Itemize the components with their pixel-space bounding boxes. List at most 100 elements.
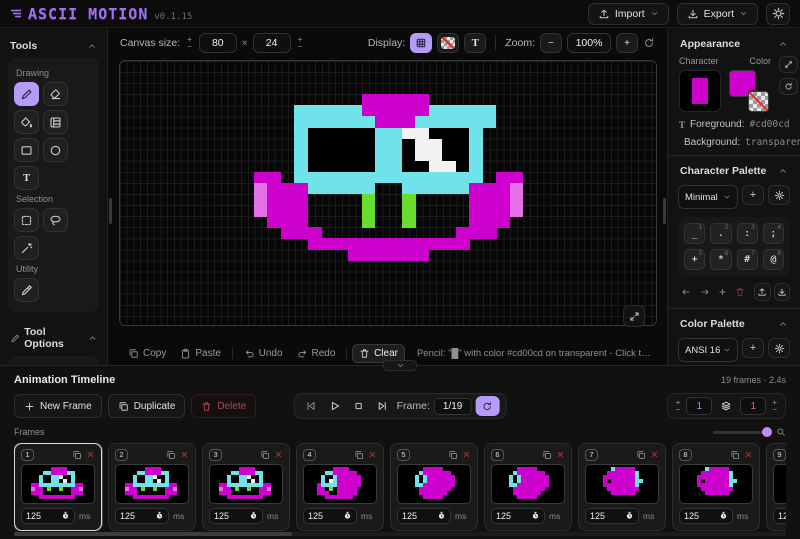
frame-duplicate-icon[interactable] bbox=[260, 450, 270, 460]
frame-duration-input[interactable]: 125 bbox=[209, 508, 263, 524]
swap-colors-button[interactable] bbox=[779, 56, 798, 73]
frame-thumbnail[interactable] bbox=[21, 464, 95, 504]
frame-card[interactable]: 7 125 ms bbox=[578, 443, 666, 531]
frame-card[interactable]: 2 125 ms bbox=[108, 443, 196, 531]
new-frame-button[interactable]: New Frame bbox=[14, 394, 102, 418]
lasso-tool-button[interactable] bbox=[43, 208, 68, 232]
frame-duplicate-icon[interactable] bbox=[730, 450, 740, 460]
play-button[interactable] bbox=[325, 397, 345, 415]
gradient-tool-button[interactable] bbox=[43, 110, 68, 134]
frame-thumbnail[interactable] bbox=[773, 464, 786, 504]
appearance-section-header[interactable]: Appearance bbox=[678, 36, 790, 56]
onion-prev-input[interactable]: 1 bbox=[686, 397, 712, 415]
frame-duplicate-icon[interactable] bbox=[542, 450, 552, 460]
character-palette-select[interactable]: Minimal ASC bbox=[678, 185, 738, 209]
paste-button[interactable]: Paste bbox=[174, 346, 227, 361]
import-button[interactable]: Import bbox=[588, 3, 669, 25]
frame-thumbnail[interactable] bbox=[303, 464, 377, 504]
frame-delete-icon[interactable] bbox=[180, 450, 189, 459]
remove-character-button[interactable] bbox=[732, 286, 748, 298]
copy-button[interactable]: Copy bbox=[122, 346, 172, 361]
rectangle-tool-button[interactable] bbox=[14, 138, 39, 162]
export-button[interactable]: Export bbox=[677, 3, 758, 25]
reset-colors-button[interactable] bbox=[779, 78, 798, 95]
palette-prev-button[interactable] bbox=[678, 286, 694, 298]
add-character-palette-button[interactable]: + bbox=[742, 185, 764, 205]
skip-to-start-button[interactable] bbox=[301, 397, 321, 415]
frame-card[interactable]: 4 125 ms bbox=[296, 443, 384, 531]
char-button-7[interactable]: #7 bbox=[737, 249, 758, 270]
character-palette-section-header[interactable]: Character Palette bbox=[678, 163, 790, 183]
frame-card[interactable]: 1 125 ms bbox=[14, 443, 102, 531]
onion-skin-toggle-button[interactable] bbox=[716, 397, 736, 415]
background-color-swatch[interactable] bbox=[748, 91, 769, 112]
char-button-6[interactable]: *6 bbox=[710, 249, 731, 270]
frame-card[interactable]: 6 125 ms bbox=[484, 443, 572, 531]
eraser-tool-button[interactable] bbox=[43, 82, 68, 106]
char-button-4[interactable]: ;4 bbox=[763, 223, 784, 244]
frame-duration-input[interactable]: 125 bbox=[773, 508, 786, 524]
tools-section-header[interactable]: Tools bbox=[8, 38, 99, 58]
text-display-toggle-button[interactable]: T bbox=[464, 33, 486, 53]
import-palette-button[interactable] bbox=[754, 283, 770, 301]
frame-duration-input[interactable]: 125 bbox=[21, 508, 75, 524]
fill-tool-button[interactable] bbox=[14, 110, 39, 134]
frame-thumbnail[interactable] bbox=[397, 464, 471, 504]
zoom-in-button[interactable]: + bbox=[616, 33, 638, 53]
add-character-button[interactable]: + bbox=[716, 285, 729, 299]
frame-duration-input[interactable]: 125 bbox=[303, 508, 357, 524]
redo-button[interactable]: Redo bbox=[291, 346, 342, 361]
frame-delete-icon[interactable] bbox=[462, 450, 471, 459]
theme-toggle-button[interactable] bbox=[766, 3, 790, 25]
frame-duration-input[interactable]: 125 bbox=[115, 508, 169, 524]
pencil-tool-button[interactable] bbox=[14, 82, 39, 106]
zoom-reset-icon[interactable] bbox=[643, 37, 655, 49]
frame-delete-icon[interactable] bbox=[556, 450, 565, 459]
frame-card[interactable]: 5 125 ms bbox=[390, 443, 478, 531]
frame-duration-input[interactable]: 125 bbox=[491, 508, 545, 524]
loop-toggle-button[interactable] bbox=[475, 396, 499, 416]
tool-options-section-header[interactable]: Tool Options bbox=[8, 324, 99, 356]
transparency-toggle-button[interactable] bbox=[437, 33, 459, 53]
frame-duration-input[interactable]: 125 bbox=[679, 508, 733, 524]
scrollbar-thumb[interactable] bbox=[14, 532, 292, 536]
char-button-1[interactable]: _1 bbox=[684, 223, 705, 244]
canvas-width-stepper[interactable]: +− bbox=[185, 37, 194, 50]
ascii-canvas[interactable] bbox=[119, 60, 657, 326]
onion-prev-stepper[interactable]: +− bbox=[674, 400, 683, 413]
thumbnail-zoom-slider[interactable] bbox=[713, 431, 771, 434]
frame-thumbnail[interactable] bbox=[115, 464, 189, 504]
undo-button[interactable]: Undo bbox=[238, 346, 289, 361]
frame-thumbnail[interactable] bbox=[491, 464, 565, 504]
frame-thumbnail[interactable] bbox=[679, 464, 753, 504]
select-rectangle-tool-button[interactable] bbox=[14, 208, 39, 232]
text-tool-button[interactable]: T bbox=[14, 166, 39, 190]
character-palette-settings-button[interactable] bbox=[768, 185, 790, 205]
onion-next-input[interactable]: 1 bbox=[740, 397, 766, 415]
frame-card[interactable]: 3 125 ms bbox=[202, 443, 290, 531]
canvas-height-stepper[interactable]: +− bbox=[296, 37, 305, 50]
color-palette-settings-button[interactable] bbox=[768, 338, 790, 358]
char-button-5[interactable]: +5 bbox=[684, 249, 705, 270]
frame-delete-icon[interactable] bbox=[368, 450, 377, 459]
frame-duration-input[interactable]: 125 bbox=[397, 508, 451, 524]
grid-toggle-button[interactable] bbox=[410, 33, 432, 53]
char-button-2[interactable]: .2 bbox=[710, 223, 731, 244]
magic-wand-tool-button[interactable] bbox=[14, 236, 39, 260]
frame-delete-icon[interactable] bbox=[650, 450, 659, 459]
frame-duplicate-icon[interactable] bbox=[72, 450, 82, 460]
frame-card[interactable]: 8 125 ms bbox=[672, 443, 760, 531]
slider-knob[interactable] bbox=[762, 427, 772, 437]
add-color-palette-button[interactable]: + bbox=[742, 338, 764, 358]
frame-duration-input[interactable]: 125 bbox=[585, 508, 639, 524]
frame-thumbnail[interactable] bbox=[585, 464, 659, 504]
frame-delete-icon[interactable] bbox=[744, 450, 753, 459]
char-button-8[interactable]: @8 bbox=[763, 249, 784, 270]
ellipse-tool-button[interactable] bbox=[43, 138, 68, 162]
skip-to-end-button[interactable] bbox=[373, 397, 393, 415]
char-button-3[interactable]: :3 bbox=[737, 223, 758, 244]
duplicate-frame-button[interactable]: Duplicate bbox=[108, 394, 186, 418]
frame-duplicate-icon[interactable] bbox=[448, 450, 458, 460]
delete-frame-button[interactable]: Delete bbox=[191, 394, 256, 418]
zoom-value[interactable]: 100% bbox=[567, 33, 611, 53]
